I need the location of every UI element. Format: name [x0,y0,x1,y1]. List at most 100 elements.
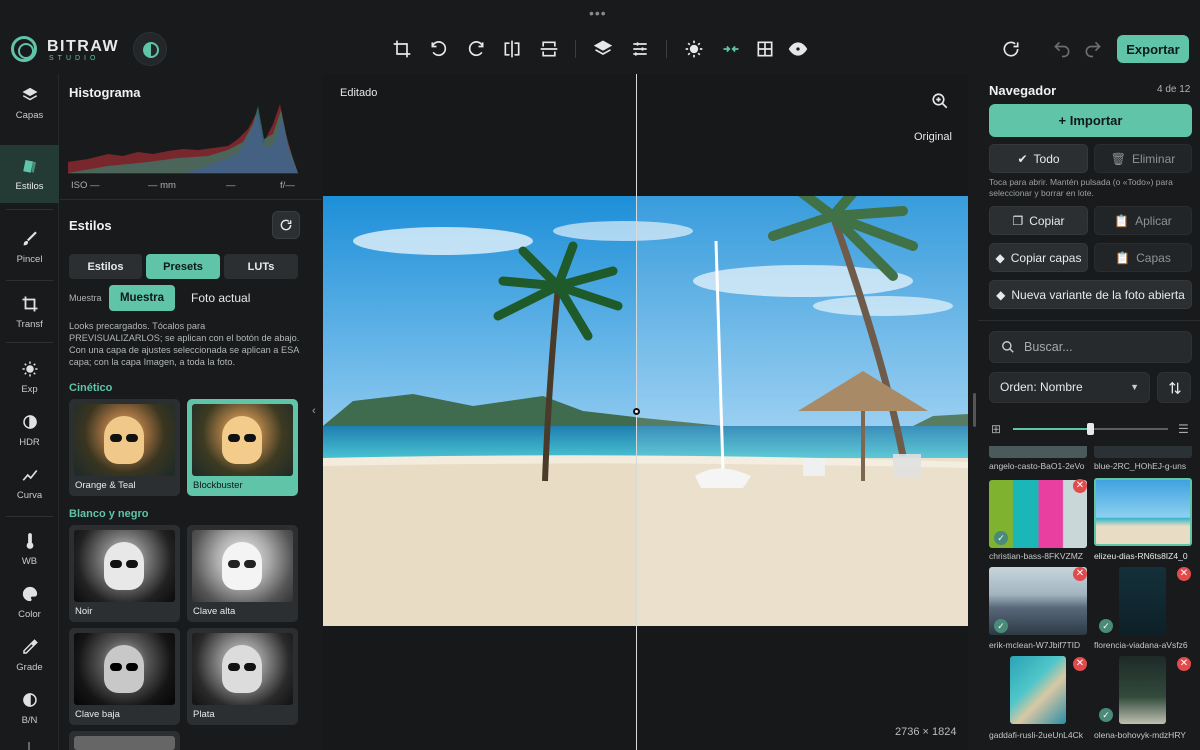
rail-item-curva[interactable]: Curva [0,454,59,512]
section-divider [60,199,322,200]
tool-rail: Capas Estilos Pincel Transf Exp HDR Curv… [0,74,59,750]
zoom-icon[interactable] [931,92,949,110]
tab-luts[interactable]: LUTs [224,254,298,279]
tab-presets[interactable]: Presets [146,254,220,279]
preset-partial[interactable] [69,731,180,750]
trash-icon: 🗑 [1110,151,1126,166]
grid-view-icon[interactable]: ⊞ [991,423,1003,435]
preset-preview [74,530,175,602]
preset-preview [192,530,293,602]
rail-item-grade[interactable]: Grade [0,626,59,684]
list-view-icon[interactable]: ☰ [1178,422,1189,436]
copy-layers-button[interactable]: ◆ Copiar capas [989,243,1088,272]
select-all-button[interactable]: ✔ Todo [989,144,1088,173]
theme-toggle-button[interactable] [133,32,167,66]
preset-orange-teal[interactable]: Orange & Teal [69,399,180,496]
reset-icon[interactable] [998,36,1024,62]
apply-button[interactable]: 📋 Aplicar [1094,206,1192,235]
styles-refresh-button[interactable] [272,211,300,239]
search-input[interactable]: Buscar... [989,331,1192,363]
collapse-panel-icon[interactable]: ‹ [312,405,316,417]
layers-icon: ◆ [995,250,1005,265]
rail-item-estilos[interactable]: Estilos [0,145,59,203]
rail-item-wb[interactable]: WB [0,520,59,578]
import-button[interactable]: + Importar [989,104,1192,137]
preset-preview [74,633,175,705]
sort-arrows-icon [1169,381,1181,395]
crop-icon[interactable] [389,36,415,62]
brush-icon [21,230,39,248]
remove-icon[interactable]: ✕ [1073,479,1087,493]
copy-button[interactable]: ❐ Copiar [989,206,1088,235]
rail-label: Pincel [16,253,43,265]
brightness-icon[interactable] [681,36,707,62]
sample-small-label: Muestra [69,293,102,303]
tab-estilos[interactable]: Estilos [69,254,142,279]
rotate-right-icon[interactable] [463,36,489,62]
preset-noir[interactable]: Noir [69,525,180,622]
photo-thumb[interactable] [1010,656,1066,724]
preset-clave-alta[interactable]: Clave alta [187,525,298,622]
styles-title: Estilos [69,218,112,233]
layers-icon[interactable] [590,36,616,62]
rail-divider [6,209,53,210]
histogram-title: Histograma [69,85,141,100]
rail-item-hdr[interactable]: HDR [0,401,59,459]
category-blanco-negro: Blanco y negro [69,508,149,520]
sliders-icon[interactable] [627,36,653,62]
rail-item-color[interactable]: Color [0,573,59,631]
window-handle[interactable]: ••• [589,6,613,20]
photo-thumb[interactable] [1094,446,1192,458]
rail-more-indicator [28,742,30,750]
grid-icon[interactable] [752,36,778,62]
rail-item-bn[interactable]: B/N [0,679,59,737]
eye-icon[interactable] [785,36,811,62]
rail-item-transf[interactable]: Transf [0,283,59,341]
compare-icon[interactable] [718,36,744,62]
rail-item-capas[interactable]: Capas [0,74,59,132]
rail-label: Color [18,608,41,620]
rail-divider [6,280,53,281]
apply-label: Aplicar [1135,213,1172,228]
new-variant-label: Nueva variante de la foto abierta [1011,287,1185,302]
rail-item-pincel[interactable]: Pincel [0,218,59,276]
new-variant-button[interactable]: ◆ Nueva variante de la foto abierta [989,280,1192,309]
layers-icon [21,86,39,104]
sort-select[interactable]: Orden: Nombre ▼ [989,372,1150,403]
sort-direction-button[interactable] [1157,372,1191,403]
photo-thumb[interactable] [1119,567,1166,635]
redo-icon[interactable] [1080,36,1106,62]
export-button[interactable]: Exportar [1117,35,1189,63]
remove-icon[interactable]: ✕ [1073,567,1087,581]
rotate-left-icon[interactable] [426,36,452,62]
sample-button[interactable]: Muestra [109,285,175,311]
styles-icon [21,157,39,175]
photo-name: christian-bass-8FKVZMZ [989,551,1083,561]
remove-icon[interactable]: ✕ [1177,567,1191,581]
delete-label: Eliminar [1131,151,1176,166]
preset-blockbuster[interactable]: Blockbuster [187,399,298,496]
compare-split-handle[interactable] [633,408,640,415]
delete-button[interactable]: 🗑 Eliminar [1094,144,1192,173]
panel-scrollbar[interactable] [973,393,976,427]
current-photo-option[interactable]: Foto actual [191,291,250,305]
remove-icon[interactable]: ✕ [1073,657,1087,671]
undo-icon[interactable] [1049,36,1075,62]
preset-clave-baja[interactable]: Clave baja [69,628,180,725]
exif-aperture: f/— [280,180,295,191]
photo-thumb[interactable] [1119,656,1166,724]
preset-plata[interactable]: Plata [187,628,298,725]
remove-icon[interactable]: ✕ [1177,657,1191,671]
flip-horizontal-icon[interactable] [499,36,525,62]
image-dimensions: 2736 × 1824 [895,726,957,738]
photo-thumb[interactable] [989,446,1087,458]
thumb-size-slider-handle[interactable] [1087,423,1094,435]
flip-vertical-icon[interactable] [536,36,562,62]
paste-layers-label: Capas [1136,250,1171,265]
photo-name: erik-mclean-W7Jbif7TID [989,640,1081,650]
rail-item-exp[interactable]: Exp [0,348,59,406]
photo-thumb-selected[interactable] [1094,478,1192,546]
dropper-icon [21,638,39,656]
paste-layers-button[interactable]: 📋 Capas [1094,243,1192,272]
select-all-label: Todo [1033,151,1060,166]
